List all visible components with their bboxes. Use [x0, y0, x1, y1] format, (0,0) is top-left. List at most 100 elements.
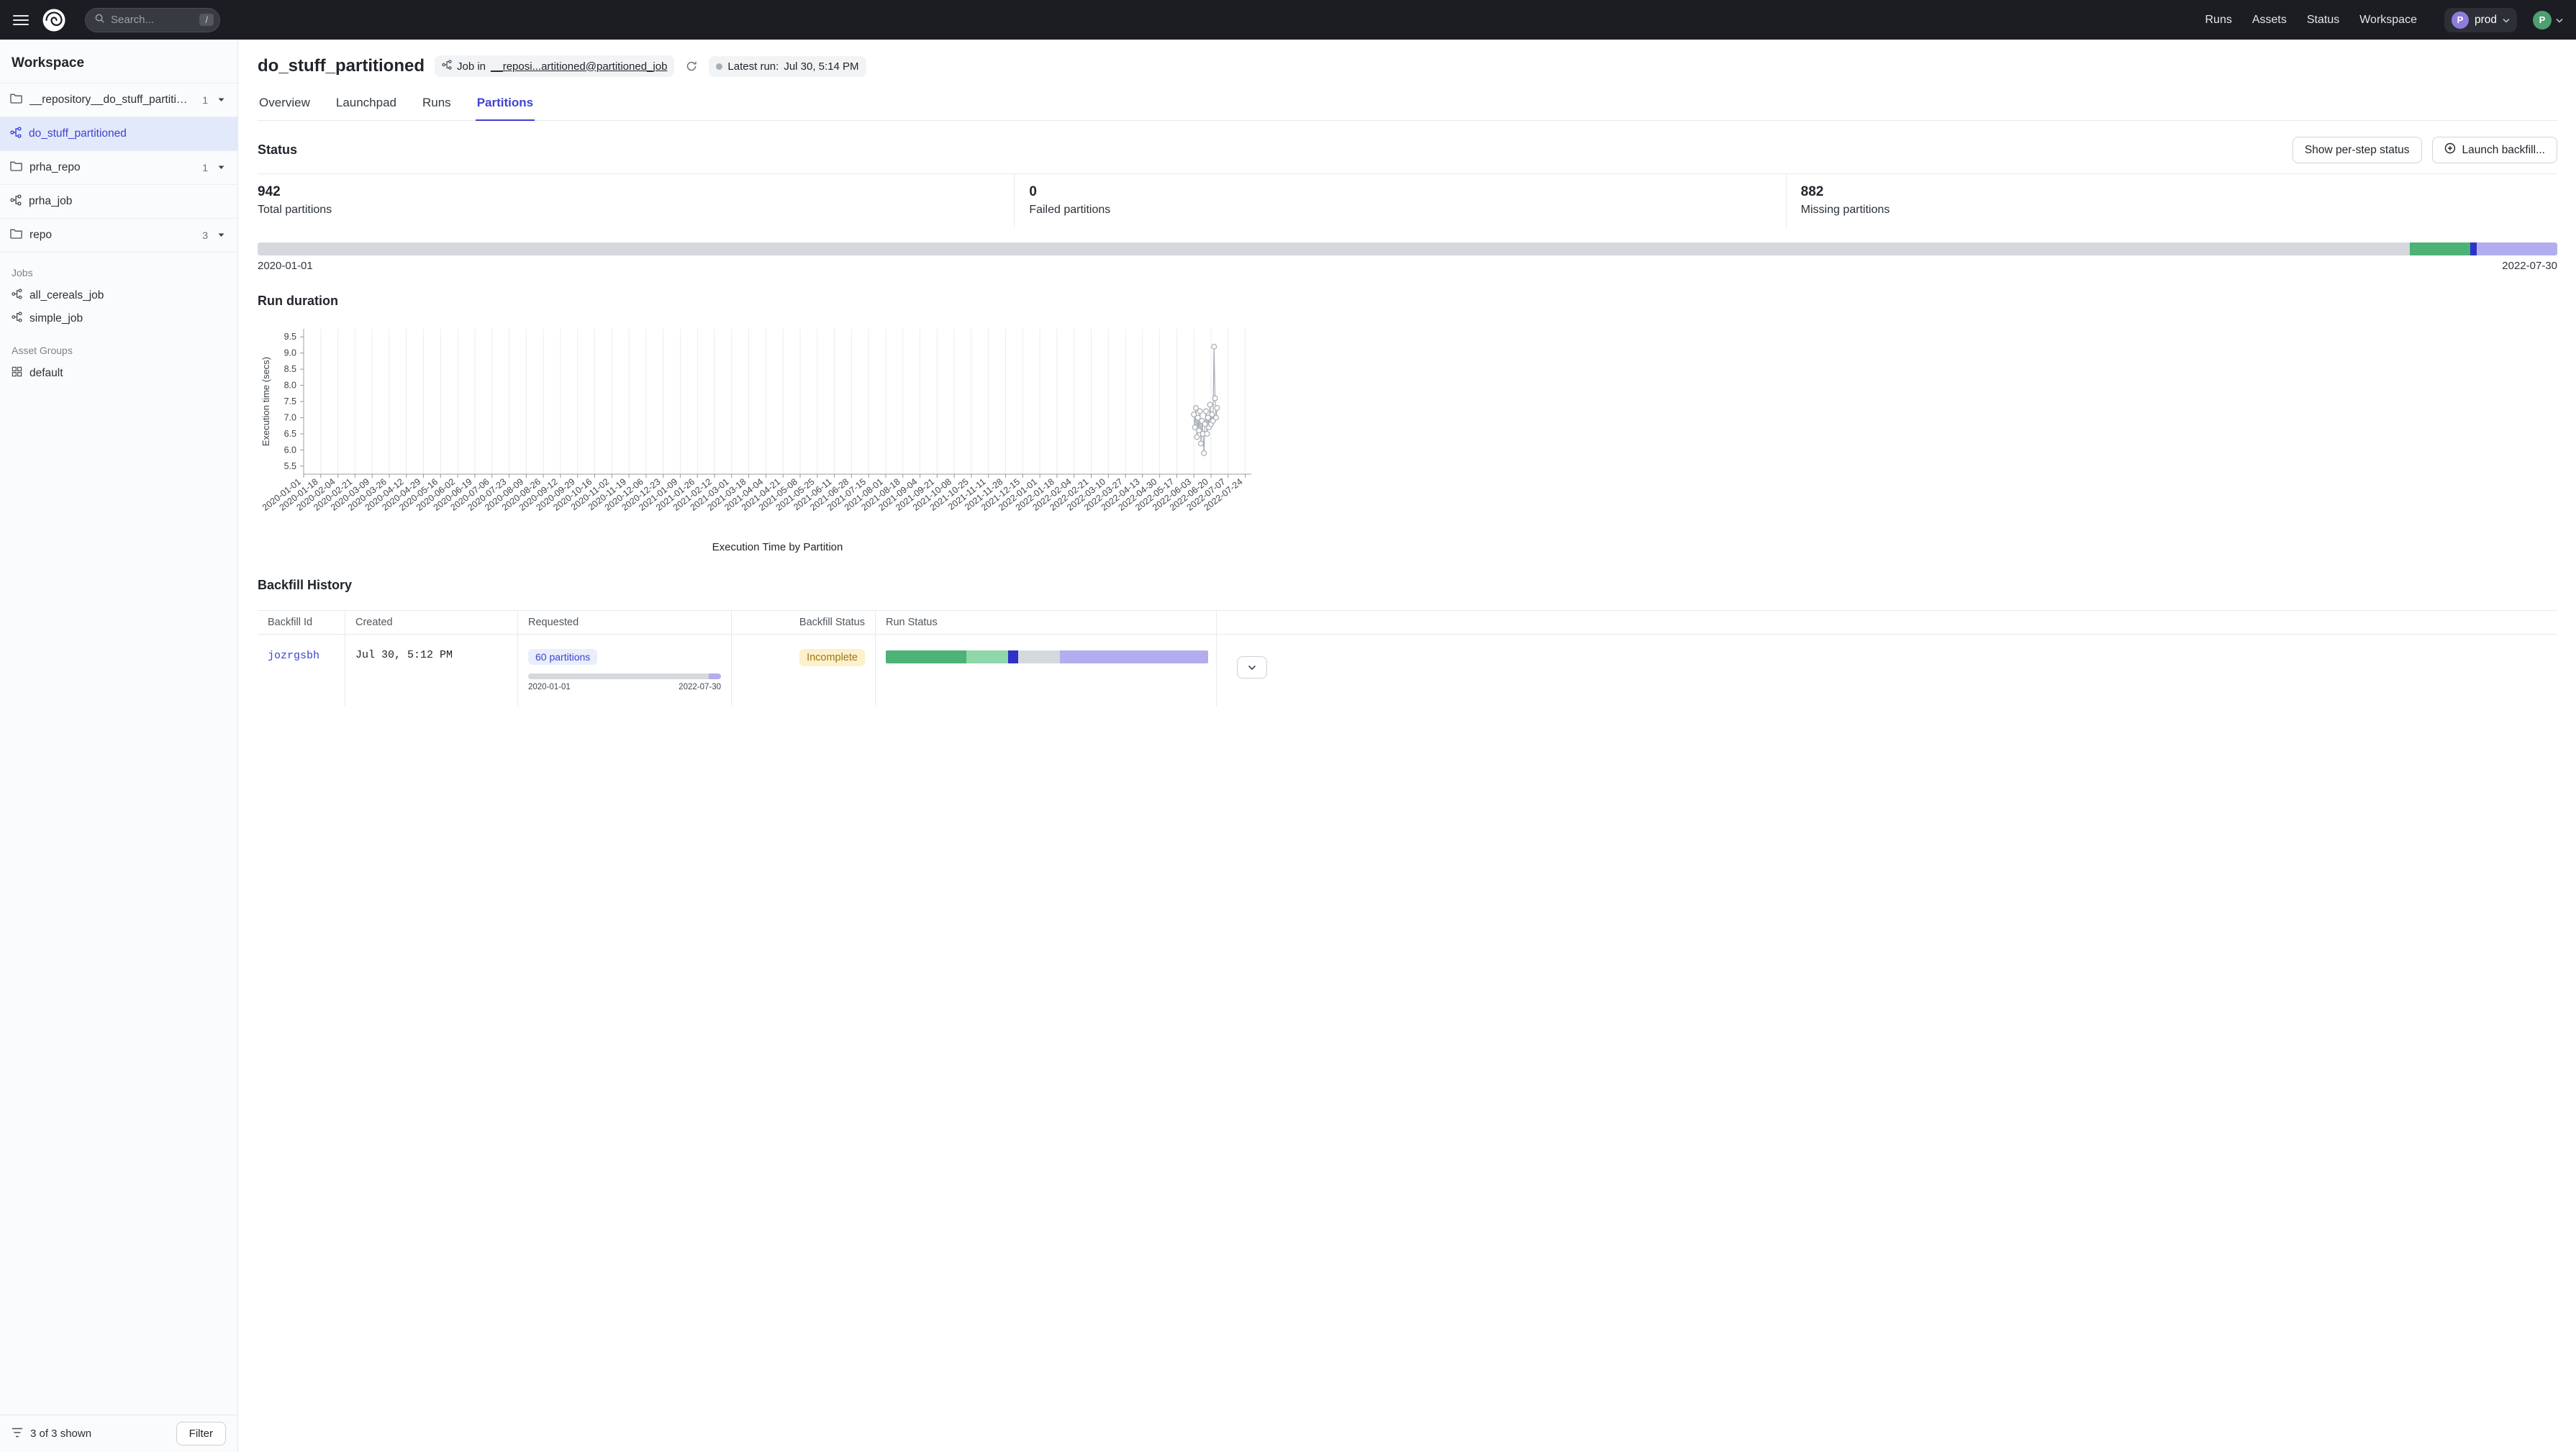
- svg-text:9.5: 9.5: [284, 332, 296, 342]
- nav-workspace-link[interactable]: Workspace: [2359, 14, 2417, 27]
- repo-list: __repository__do_stuff_partitio... 1 do_…: [0, 83, 237, 253]
- partition-stats: 942 Total partitions 0 Failed partitions…: [258, 173, 2557, 228]
- asset-groups-section-label: Asset Groups: [0, 330, 237, 362]
- top-nav-links: Runs Assets Status Workspace: [2205, 14, 2417, 27]
- page-title: do_stuff_partitioned: [258, 56, 425, 76]
- caret-down-icon[interactable]: [215, 232, 227, 239]
- deployment-switcher[interactable]: P prod: [2444, 8, 2517, 32]
- filter-button[interactable]: Filter: [176, 1422, 226, 1446]
- in-progress-segment: [2470, 242, 2477, 255]
- tab-launchpad[interactable]: Launchpad: [335, 90, 398, 121]
- reload-repository-button[interactable]: [684, 59, 699, 73]
- stat-label: Total partitions: [258, 204, 1014, 217]
- stat-missing-partitions: 882 Missing partitions: [1786, 174, 2557, 228]
- backfill-history-table: Backfill Id Created Requested Backfill S…: [258, 610, 2557, 706]
- job-label: simple_job: [30, 312, 83, 325]
- user-menu[interactable]: P: [2533, 11, 2563, 30]
- col-backfill-status: Backfill Status: [732, 611, 876, 634]
- search-shortcut-key: /: [199, 14, 214, 26]
- stat-value: 882: [1801, 184, 2557, 200]
- folder-icon: [10, 93, 22, 107]
- stat-label: Missing partitions: [1801, 204, 2557, 217]
- stat-label: Failed partitions: [1029, 204, 1785, 217]
- partition-range-end: 2022-07-30: [2502, 260, 2557, 272]
- folder-icon: [10, 228, 22, 242]
- menu-icon[interactable]: [13, 15, 29, 25]
- unrequested-segment: [528, 673, 709, 679]
- requested-range-start: 2020-01-01: [528, 683, 571, 691]
- sidebar-item-prha-repo[interactable]: prha_repo 1: [0, 150, 237, 184]
- dagster-logo-icon[interactable]: [40, 6, 68, 34]
- stat-value: 0: [1029, 184, 1785, 200]
- sidebar-item-simple-job[interactable]: simple_job: [0, 307, 237, 330]
- job-icon: [12, 289, 22, 303]
- latest-run-time-link[interactable]: Jul 30, 5:14 PM: [784, 60, 858, 73]
- tab-partitions[interactable]: Partitions: [476, 90, 535, 121]
- plus-circle-icon: [2444, 142, 2456, 158]
- repo-label: __repository__do_stuff_partitio...: [30, 94, 191, 106]
- repo-count-badge: 1: [202, 94, 208, 106]
- job-icon: [10, 127, 22, 142]
- search-input[interactable]: [111, 14, 194, 26]
- repo-label: prha_repo: [30, 161, 191, 174]
- sidebar-item-all-cereals-job[interactable]: all_cereals_job: [0, 284, 237, 307]
- row-expand-button[interactable]: [1237, 656, 1267, 679]
- nav-assets-link[interactable]: Assets: [2252, 14, 2287, 27]
- shown-count-text: 3 of 3 shown: [30, 1428, 91, 1440]
- backfill-table-header: Backfill Id Created Requested Backfill S…: [258, 611, 2557, 635]
- svg-text:Execution Time by Partition: Execution Time by Partition: [712, 541, 843, 553]
- run-duration-title: Run duration: [258, 294, 2557, 309]
- backfill-id-link[interactable]: jozrgsbh: [268, 650, 319, 662]
- job-origin-tag: Job in __reposi...artitioned@partitioned…: [435, 55, 674, 77]
- search-box[interactable]: /: [85, 8, 220, 32]
- launch-backfill-button[interactable]: Launch backfill...: [2432, 137, 2557, 163]
- tab-runs[interactable]: Runs: [421, 90, 453, 121]
- tab-overview[interactable]: Overview: [258, 90, 312, 121]
- jobs-section-label: Jobs: [0, 253, 237, 284]
- show-per-step-status-button[interactable]: Show per-step status: [2292, 137, 2422, 163]
- asset-group-grid-icon: [12, 366, 22, 381]
- job-icon: [10, 194, 22, 209]
- col-requested: Requested: [518, 611, 732, 634]
- chevron-down-icon: [1248, 662, 1256, 673]
- nav-status-link[interactable]: Status: [2307, 14, 2339, 27]
- repo-label: repo: [30, 229, 191, 242]
- queued-segment: [2477, 242, 2557, 255]
- backfill-created-time: Jul 30, 5:12 PM: [345, 635, 518, 706]
- caret-down-icon[interactable]: [215, 164, 227, 171]
- in-progress-segment: [1008, 650, 1017, 663]
- sidebar-item-prha-job[interactable]: prha_job: [0, 184, 237, 218]
- col-backfill-id: Backfill Id: [258, 611, 345, 634]
- queued-segment: [1060, 650, 1208, 663]
- not-started-segment: [1018, 650, 1060, 663]
- folder-icon: [10, 160, 22, 175]
- sidebar-item-default-asset-group[interactable]: default: [0, 362, 237, 385]
- job-origin-prefix: Job in: [457, 60, 486, 73]
- sidebar-item-repo[interactable]: repo 3: [0, 218, 237, 252]
- repo-count-badge: 3: [202, 230, 208, 241]
- job-origin-link[interactable]: __reposi...artitioned@partitioned_job: [491, 60, 667, 73]
- partition-bar-dates: 2020-01-01 2022-07-30: [258, 260, 2557, 272]
- backfill-table-row: jozrgsbh Jul 30, 5:12 PM 60 partitions 2…: [258, 635, 2557, 706]
- nav-runs-link[interactable]: Runs: [2205, 14, 2232, 27]
- run-status-dot-icon: [716, 63, 722, 70]
- success-segment: [2410, 242, 2470, 255]
- sidebar-item-do-stuff-partitioned[interactable]: do_stuff_partitioned: [0, 117, 237, 150]
- chevron-down-icon: [2503, 14, 2510, 27]
- stat-failed-partitions: 0 Failed partitions: [1014, 174, 1785, 228]
- requested-partitions-tag[interactable]: 60 partitions: [528, 649, 597, 665]
- svg-text:Execution time (secs): Execution time (secs): [260, 357, 271, 446]
- svg-text:7.0: 7.0: [284, 412, 296, 422]
- sidebar-title: Workspace: [0, 40, 237, 83]
- col-created: Created: [345, 611, 518, 634]
- deployment-avatar: P: [2452, 12, 2469, 29]
- run-status-cell: [876, 635, 1217, 706]
- backfill-status-badge: Incomplete: [799, 649, 865, 666]
- caret-down-icon[interactable]: [215, 96, 227, 104]
- job-tabs: Overview Launchpad Runs Partitions: [258, 90, 2557, 121]
- sidebar-item-repository[interactable]: __repository__do_stuff_partitio... 1: [0, 83, 237, 117]
- filter-list-icon: [12, 1428, 23, 1440]
- run-duration-chart: 2020-01-012020-01-182020-02-042020-02-21…: [258, 319, 1269, 556]
- svg-text:8.0: 8.0: [284, 381, 296, 391]
- top-nav-bar: / Runs Assets Status Workspace P prod P: [0, 0, 2576, 40]
